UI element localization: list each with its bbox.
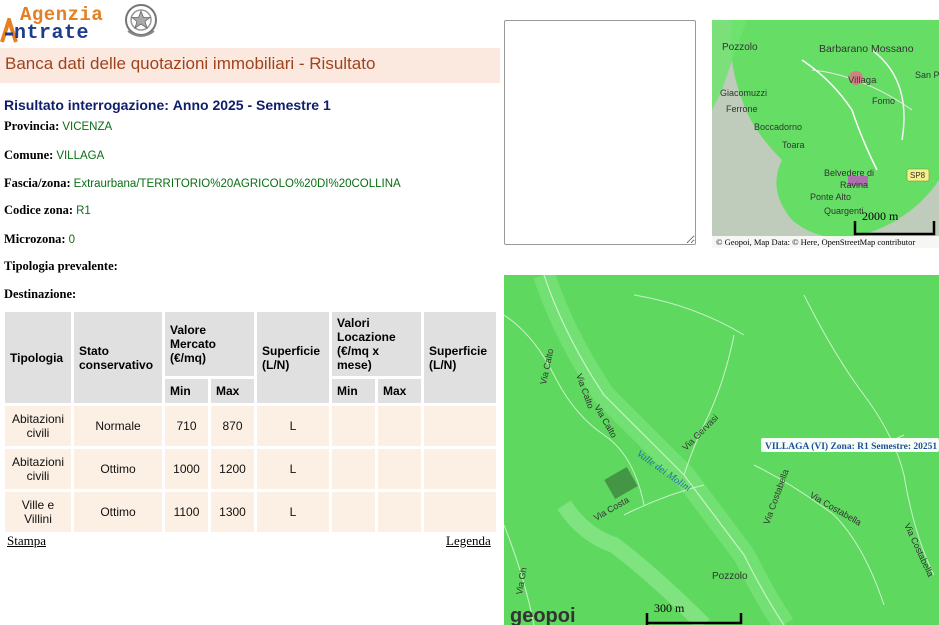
map-place-label: Belvedere di xyxy=(824,168,874,178)
th-stato: Stato conservativo xyxy=(74,312,162,403)
detail-map[interactable]: Via Calto Via Calto Via Calto Via Gervas… xyxy=(504,275,939,625)
tipologia-label: Tipologia prevalente: xyxy=(4,259,118,273)
map-place-label: Ravina xyxy=(840,180,868,190)
codice-value: R1 xyxy=(76,205,91,217)
microzona-label: Microzona: xyxy=(4,232,66,246)
agenzia-entrate-logo: Agenzia ntrate xyxy=(0,0,165,46)
map-scale-label: 2000 m xyxy=(862,209,899,223)
th-min: Min xyxy=(165,379,208,403)
th-superficie-locazione: Superficie (L/N) xyxy=(424,312,496,403)
field-microzona: Microzona: 0 xyxy=(4,232,75,247)
cell-stato: Normale xyxy=(74,406,162,446)
map-place-label: San P xyxy=(915,70,939,80)
field-comune: Comune: VILLAGA xyxy=(4,148,104,163)
cell-min: 710 xyxy=(165,406,208,446)
cell-loc-min xyxy=(332,449,375,489)
cell-tipologia: Abitazioni civili xyxy=(5,449,71,489)
cell-loc-max xyxy=(378,449,421,489)
map-scale-label: 300 m xyxy=(654,601,685,615)
map-place-label: Quargenti xyxy=(824,206,864,216)
fascia-value: Extraurbana/TERRITORIO%20AGRICOLO%20DI%2… xyxy=(73,178,401,190)
cell-max: 870 xyxy=(211,406,254,446)
zone-label: VILLAGA (VI) Zona: R1 Semestre: 20251 xyxy=(765,441,937,452)
map-attribution: © Geopoi, Map Data: © Here, OpenStreetMa… xyxy=(716,237,915,247)
th-max: Max xyxy=(211,379,254,403)
cell-superficie2 xyxy=(424,492,496,532)
provincia-label: Provincia: xyxy=(4,119,60,133)
map-place-label: Ponte Alto xyxy=(810,192,851,202)
map-place-label: Boccadorno xyxy=(754,122,802,132)
th-loc-max: Max xyxy=(378,379,421,403)
map-place-label: Toara xyxy=(782,140,805,150)
comune-label: Comune: xyxy=(4,148,54,162)
cell-loc-min xyxy=(332,492,375,532)
th-loc-min: Min xyxy=(332,379,375,403)
cell-superficie: L xyxy=(257,406,329,446)
map-place-label: Barbarano Mossano xyxy=(819,43,914,55)
th-superficie: Superficie (L/N) xyxy=(257,312,329,403)
map-place-label: Pozzolo xyxy=(722,42,758,53)
cell-max: 1300 xyxy=(211,492,254,532)
geopoi-brand: geopoi xyxy=(510,605,576,625)
result-header: Risultato interrogazione: Anno 2025 - Se… xyxy=(4,97,331,113)
overview-map[interactable]: Pozzolo Barbarano Mossano Villaga San P … xyxy=(712,20,939,248)
cell-min: 1100 xyxy=(165,492,208,532)
table-row: Abitazioni civili Normale 710 870 L xyxy=(5,406,496,446)
cell-superficie: L xyxy=(257,492,329,532)
cell-superficie2 xyxy=(424,406,496,446)
cell-max: 1200 xyxy=(211,449,254,489)
th-tipologia: Tipologia xyxy=(5,312,71,403)
microzona-value: 0 xyxy=(68,234,75,246)
road-badge: SP8 xyxy=(910,171,926,180)
field-codice-zona: Codice zona: R1 xyxy=(4,203,91,218)
comune-value: VILLAGA xyxy=(56,150,105,162)
map-place-label: Giacomuzzi xyxy=(720,88,767,98)
stampa-link[interactable]: Stampa xyxy=(7,533,46,549)
page-title: Banca dati delle quotazioni immobiliari … xyxy=(5,54,376,73)
field-destinazione: Destinazione: xyxy=(4,287,79,302)
map-place-label: Villaga xyxy=(848,75,877,86)
map-place-label: Fomo xyxy=(872,96,895,106)
cell-tipologia: Abitazioni civili xyxy=(5,406,71,446)
republic-emblem-icon xyxy=(125,4,157,37)
th-valori-locazione: Valori Locazione (€/mq x mese) xyxy=(332,312,421,376)
legenda-link[interactable]: Legenda xyxy=(446,533,491,549)
cell-stato: Ottimo xyxy=(74,449,162,489)
cell-loc-max xyxy=(378,406,421,446)
page-title-bar: Banca dati delle quotazioni immobiliari … xyxy=(0,48,500,83)
cell-tipologia: Ville e Villini xyxy=(5,492,71,532)
result-label: Risultato interrogazione: xyxy=(4,97,169,113)
cell-stato: Ottimo xyxy=(74,492,162,532)
field-fascia: Fascia/zona: Extraurbana/TERRITORIO%20AGR… xyxy=(4,176,401,191)
result-period: Anno 2025 - Semestre 1 xyxy=(172,97,331,113)
logo-line2: ntrate xyxy=(14,22,90,45)
cell-min: 1000 xyxy=(165,449,208,489)
place-label: Pozzolo xyxy=(712,571,748,582)
provincia-value: VICENZA xyxy=(62,121,113,133)
codice-label: Codice zona: xyxy=(4,203,74,217)
cell-loc-min xyxy=(332,406,375,446)
quotation-table: Tipologia Stato conservativo Valore Merc… xyxy=(2,309,499,535)
cell-loc-max xyxy=(378,492,421,532)
fascia-label: Fascia/zona: xyxy=(4,176,71,190)
th-valore-mercato: Valore Mercato (€/mq) xyxy=(165,312,254,376)
field-tipologia-prevalente: Tipologia prevalente: xyxy=(4,259,121,274)
destinazione-label: Destinazione: xyxy=(4,287,77,301)
table-row: Ville e Villini Ottimo 1100 1300 L xyxy=(5,492,496,532)
cell-superficie: L xyxy=(257,449,329,489)
map-place-label: Ferrone xyxy=(726,104,758,114)
table-row: Abitazioni civili Ottimo 1000 1200 L xyxy=(5,449,496,489)
cell-superficie2 xyxy=(424,449,496,489)
notes-textarea[interactable] xyxy=(504,20,696,245)
field-provincia: Provincia: VICENZA xyxy=(4,119,112,134)
